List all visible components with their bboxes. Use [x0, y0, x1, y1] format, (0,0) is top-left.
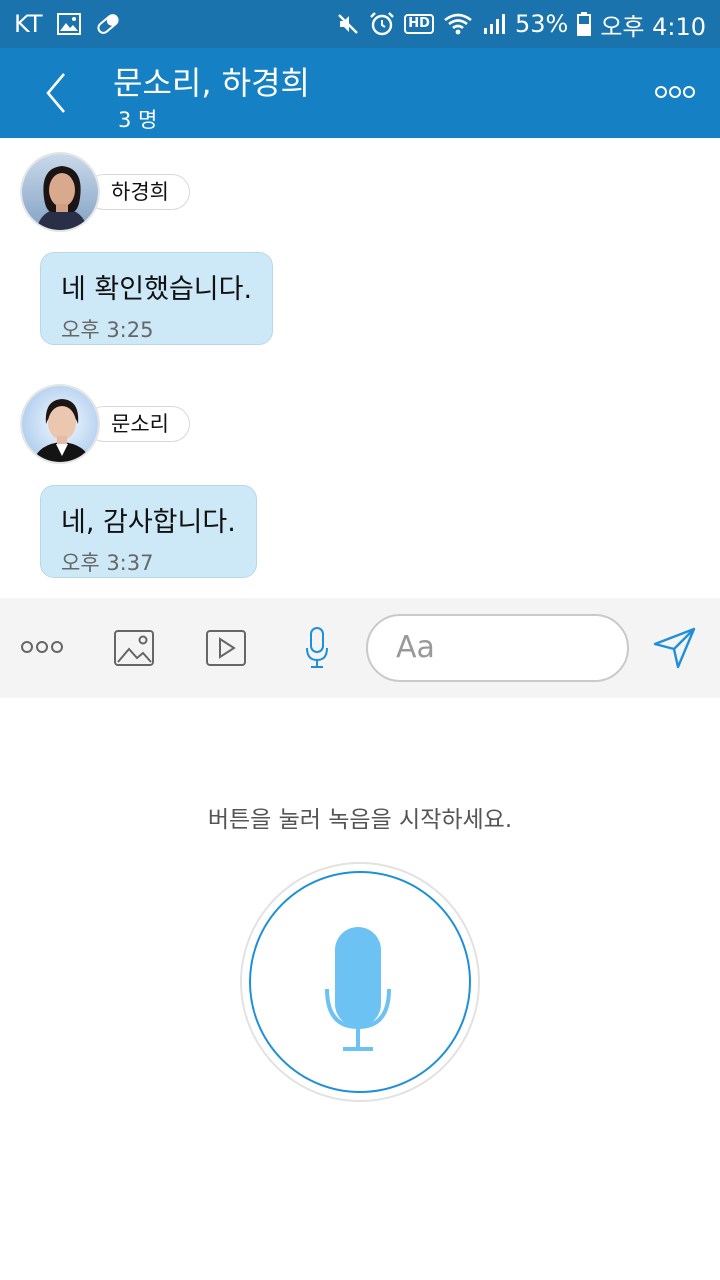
status-left: KT: [14, 10, 121, 38]
message-time: 오후 3:37: [61, 551, 154, 575]
sender-row: 하경희: [20, 152, 220, 232]
chat-title: 문소리, 하경희: [113, 64, 310, 102]
avatar[interactable]: [20, 152, 100, 232]
sender-row: 문소리: [20, 384, 220, 464]
carrier-label: KT: [14, 10, 43, 38]
wifi-icon: [443, 12, 473, 36]
message-text: 네, 감사합니다.: [61, 507, 236, 538]
profile-photo: [22, 154, 98, 230]
message-time: 오후 3:25: [61, 318, 154, 342]
microphone-icon: [325, 927, 391, 1051]
battery-percent: 53%: [514, 10, 569, 38]
image-icon: [114, 630, 154, 666]
chat-message-list[interactable]: 하경희 네 확인했습니다. 오후 3:25 문소리 네, 감사합니다. 오후 3…: [0, 138, 720, 598]
sender-name: 문소리: [86, 406, 190, 442]
hd-icon: HD: [404, 14, 434, 34]
more-dots-icon: [655, 86, 695, 98]
clock-time: 오후 4:10: [600, 12, 706, 41]
send-button[interactable]: [652, 626, 698, 674]
voice-record-button[interactable]: [305, 626, 329, 674]
status-bar: KT HD 53% 오후 4:10: [0, 0, 720, 48]
message-input[interactable]: Aa: [366, 614, 629, 682]
message-text: 네 확인했습니다.: [61, 274, 253, 305]
record-start-button[interactable]: [240, 862, 480, 1102]
member-count: 3 명: [118, 108, 158, 132]
microphone-icon: [306, 627, 328, 668]
send-icon: [653, 627, 696, 669]
avatar[interactable]: [20, 384, 100, 464]
message-input-bar: Aa: [0, 598, 720, 698]
more-attachments-button[interactable]: [20, 638, 64, 660]
mute-icon: [336, 12, 360, 36]
back-button[interactable]: [36, 70, 76, 116]
voice-record-panel: 버튼을 눌러 녹음을 시작하세요.: [0, 698, 720, 1280]
chevron-left-icon: [46, 73, 65, 113]
video-attach-button[interactable]: [205, 629, 247, 671]
more-options-button[interactable]: [654, 84, 696, 100]
record-hint: 버튼을 눌러 녹음을 시작하세요.: [207, 807, 513, 833]
video-icon: [206, 630, 246, 666]
message-bubble[interactable]: 네 확인했습니다. 오후 3:25: [40, 252, 274, 345]
sender-name: 하경희: [86, 174, 190, 210]
message-bubble[interactable]: 네, 감사합니다. 오후 3:37: [40, 485, 257, 578]
more-dots-icon: [21, 641, 63, 653]
profile-photo: [22, 386, 98, 462]
chat-header: 문소리, 하경희 3 명: [0, 48, 720, 138]
signal-icon: [482, 12, 506, 36]
status-right: HD 53% 오후 4:10: [336, 7, 706, 42]
pill-icon: [95, 13, 121, 35]
record-button-ring: [249, 871, 471, 1093]
battery-icon: [577, 12, 592, 36]
alarm-icon: [369, 11, 395, 37]
image-icon: [56, 13, 81, 35]
image-attach-button[interactable]: [113, 629, 155, 671]
